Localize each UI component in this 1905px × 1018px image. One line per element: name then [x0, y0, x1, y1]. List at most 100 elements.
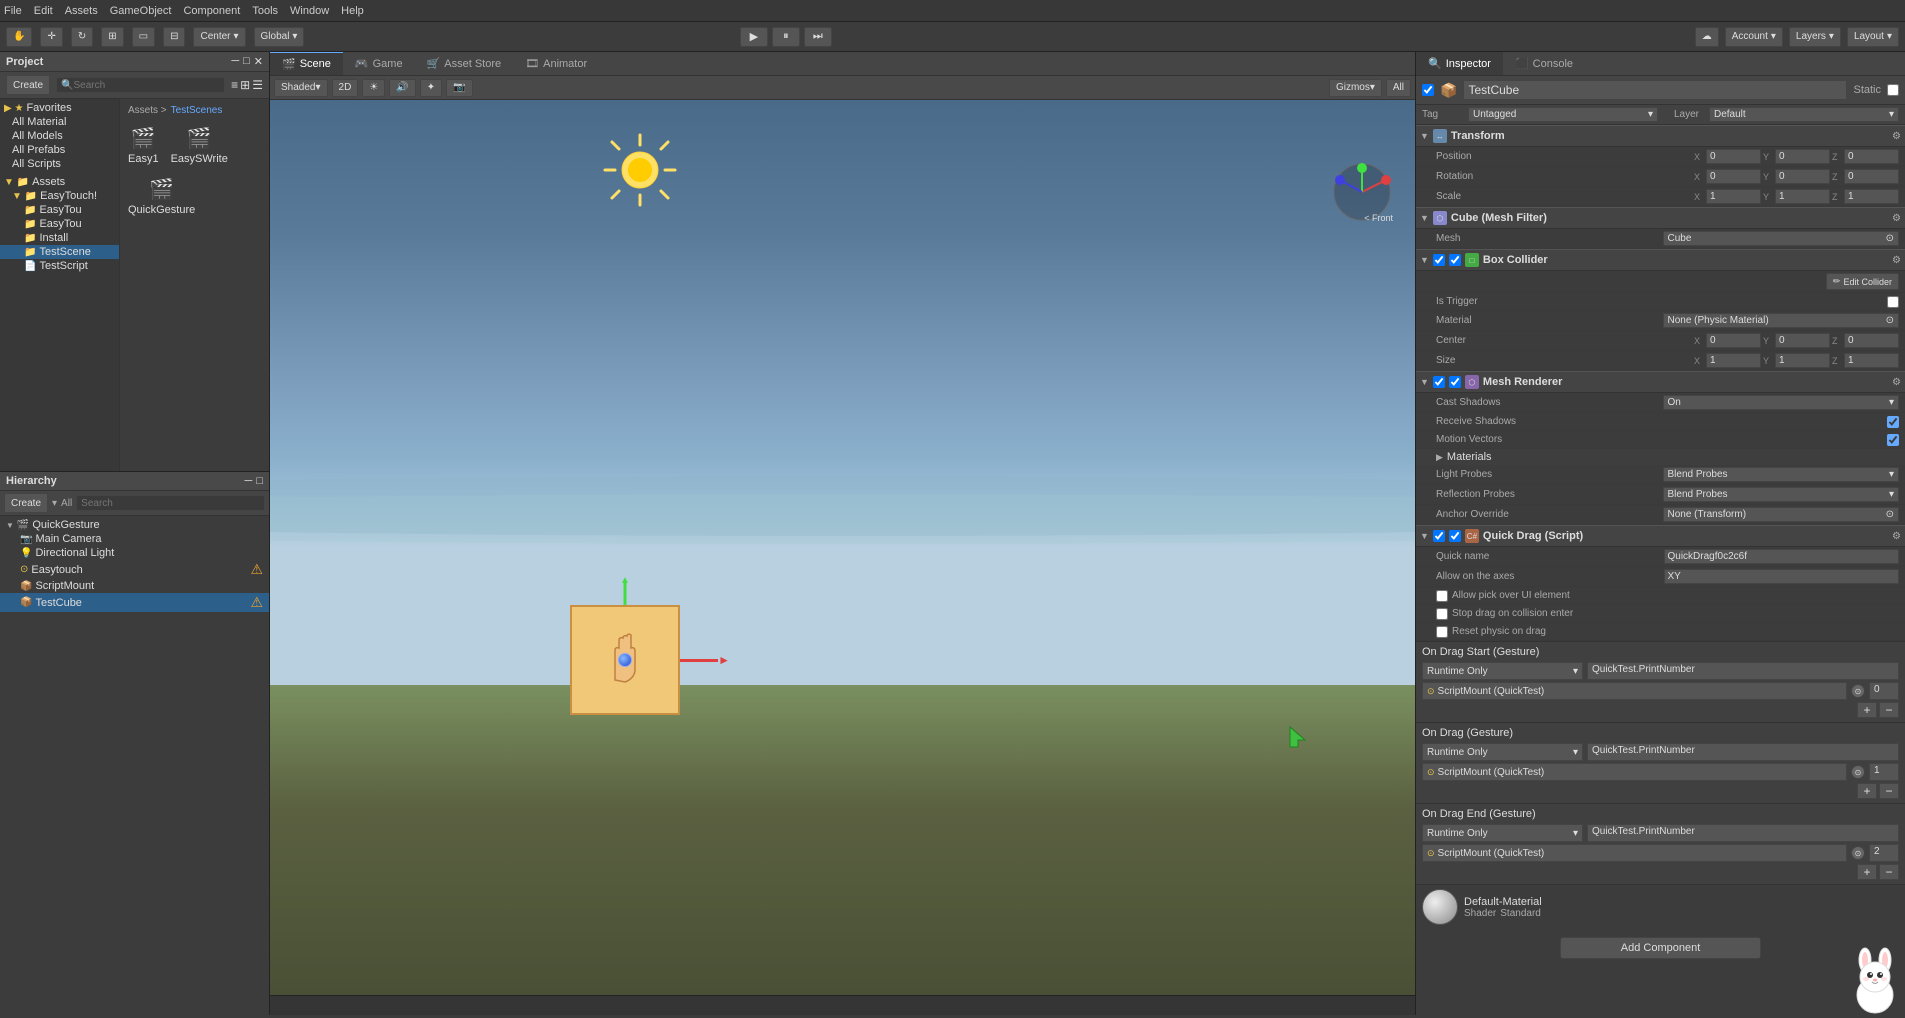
tag-dropdown[interactable]: Untagged ▾	[1468, 107, 1658, 122]
step-button[interactable]: ⏭	[804, 27, 832, 47]
scene-viewport[interactable]: < Front ▲ ►	[270, 100, 1415, 995]
account-dropdown[interactable]: Account ▾	[1725, 27, 1783, 47]
quickdrag-menu-icon[interactable]: ⚙	[1892, 531, 1901, 542]
center-dropdown[interactable]: Center ▾	[193, 27, 245, 47]
inspector-tab[interactable]: 🔍 Inspector	[1416, 52, 1503, 75]
boxcollider-enabled-checkbox[interactable]	[1433, 254, 1445, 266]
menu-help[interactable]: Help	[341, 5, 364, 17]
layout-dropdown[interactable]: Layout ▾	[1847, 27, 1899, 47]
mesh-dropdown[interactable]: Cube ⊙	[1663, 231, 1900, 246]
all-material-item[interactable]: All Material	[0, 115, 119, 129]
size-y-input[interactable]	[1775, 353, 1830, 368]
testscript-item[interactable]: 📄 TestScript	[0, 259, 119, 273]
quickgesture-hier-item[interactable]: ▼ 🎬 QuickGesture	[0, 518, 269, 532]
pos-y-input[interactable]	[1775, 149, 1830, 164]
assets-item[interactable]: ▼ 📁 Assets	[0, 175, 119, 189]
quick-name-input[interactable]	[1664, 549, 1900, 564]
project-view-icon3[interactable]: ☰	[252, 78, 263, 92]
hierarchy-minimize[interactable]: ─	[245, 475, 253, 487]
shaded-dropdown[interactable]: Shaded ▾	[274, 79, 328, 97]
motion-vectors-checkbox[interactable]	[1887, 434, 1899, 446]
all-prefabs-item[interactable]: All Prefabs	[0, 143, 119, 157]
console-tab[interactable]: ⬛ Console	[1503, 52, 1585, 75]
effects-btn[interactable]: ✦	[420, 79, 442, 97]
meshrenderer-header[interactable]: ▼ ⬡ Mesh Renderer ⚙	[1416, 371, 1905, 393]
collider-material-dropdown[interactable]: None (Physic Material) ⊙	[1663, 313, 1900, 328]
quickdrag-enabled-checkbox[interactable]	[1433, 530, 1445, 542]
materials-section-header[interactable]: ▶ Materials	[1416, 449, 1905, 465]
asset-store-tab[interactable]: 🛒 Asset Store	[415, 52, 514, 75]
gizmos-btn[interactable]: Gizmos ▾	[1329, 79, 1382, 97]
all-btn[interactable]: All	[1386, 79, 1411, 97]
size-x-input[interactable]	[1706, 353, 1761, 368]
collab-btn[interactable]: ☁	[1695, 27, 1719, 47]
drag-start-remove-btn[interactable]: −	[1879, 702, 1899, 718]
drag-end-runtime-dropdown[interactable]: Runtime Only ▾	[1422, 824, 1583, 842]
play-button[interactable]: ▶	[740, 27, 768, 47]
drag-start-obj-dropdown[interactable]: ⊙ ScriptMount (QuickTest)	[1422, 682, 1847, 700]
scale-tool-btn[interactable]: ⊞	[101, 27, 123, 47]
drag-start-runtime-dropdown[interactable]: Runtime Only ▾	[1422, 662, 1583, 680]
hierarchy-create-btn[interactable]: Create	[4, 493, 48, 513]
pause-button[interactable]: ⏸	[772, 27, 800, 47]
project-maximize[interactable]: □	[243, 55, 250, 68]
transform-tool-btn[interactable]: ⊟	[163, 27, 185, 47]
allow-axes-input[interactable]	[1664, 569, 1900, 584]
quickgesture-asset[interactable]: 🎬 QuickGesture	[124, 173, 199, 220]
meshfilter-menu-icon[interactable]: ⚙	[1892, 213, 1901, 224]
size-z-input[interactable]	[1844, 353, 1899, 368]
menu-gameobject[interactable]: GameObject	[110, 5, 172, 17]
hierarchy-search-input[interactable]	[81, 498, 260, 509]
2d-toggle[interactable]: 2D	[332, 79, 359, 97]
drag-obj-dropdown[interactable]: ⊙ ScriptMount (QuickTest)	[1422, 763, 1847, 781]
light-probes-dropdown[interactable]: Blend Probes ▾	[1663, 467, 1900, 482]
quickdrag-header[interactable]: ▼ C# Quick Drag (Script) ⚙	[1416, 525, 1905, 547]
transform-header[interactable]: ▼ ↔ Transform ⚙	[1416, 125, 1905, 147]
drag-start-num-input[interactable]: 0	[1869, 682, 1899, 700]
drag-end-obj-dropdown[interactable]: ⊙ ScriptMount (QuickTest)	[1422, 844, 1847, 862]
drag-print-text[interactable]: QuickTest.PrintNumber	[1587, 743, 1899, 761]
anchor-override-dropdown[interactable]: None (Transform) ⊙	[1663, 507, 1900, 522]
drag-end-target-btn[interactable]: ⊙	[1851, 846, 1865, 860]
menu-window[interactable]: Window	[290, 5, 329, 17]
drag-end-add-btn[interactable]: +	[1857, 864, 1877, 880]
rot-y-input[interactable]	[1775, 169, 1830, 184]
quickdrag-active-checkbox[interactable]	[1449, 530, 1461, 542]
audio-btn[interactable]: 🔊	[389, 79, 415, 97]
cast-shadows-dropdown[interactable]: On ▾	[1663, 395, 1900, 410]
drag-num-input[interactable]: 1	[1869, 763, 1899, 781]
drag-start-add-btn[interactable]: +	[1857, 702, 1877, 718]
menu-file[interactable]: File	[4, 5, 22, 17]
reset-physic-checkbox[interactable]	[1436, 626, 1448, 638]
static-checkbox[interactable]	[1887, 84, 1899, 96]
drag-add-btn[interactable]: +	[1857, 783, 1877, 799]
scale-z-input[interactable]	[1844, 189, 1899, 204]
pick-ui-checkbox[interactable]	[1436, 590, 1448, 602]
all-scripts-item[interactable]: All Scripts	[0, 157, 119, 171]
project-view-icon1[interactable]: ≡	[231, 78, 238, 92]
game-tab[interactable]: 🎮 Game	[343, 52, 415, 75]
meshrenderer-enabled-checkbox[interactable]	[1433, 376, 1445, 388]
transform-menu-icon[interactable]: ⚙	[1892, 131, 1901, 142]
project-minimize[interactable]: ─	[231, 55, 239, 68]
easytouch-hier-item[interactable]: ⊙ Easytouch ⚠	[0, 560, 269, 579]
favorites-item[interactable]: ▶ ★ Favorites	[0, 101, 119, 115]
object-name-input[interactable]	[1463, 80, 1847, 100]
pos-x-input[interactable]	[1706, 149, 1761, 164]
easy1-asset[interactable]: 🎬 Easy1	[124, 122, 163, 169]
hand-tool-btn[interactable]: ✋	[6, 27, 32, 47]
scene-camera-btn[interactable]: 📷	[446, 79, 472, 97]
meshrenderer-menu-icon[interactable]: ⚙	[1892, 377, 1901, 388]
project-search-input[interactable]	[73, 80, 220, 91]
reflection-probes-dropdown[interactable]: Blend Probes ▾	[1663, 487, 1900, 502]
menu-tools[interactable]: Tools	[252, 5, 278, 17]
object-active-checkbox[interactable]	[1422, 84, 1434, 96]
drag-target-btn[interactable]: ⊙	[1851, 765, 1865, 779]
lighting-btn[interactable]: ☀	[362, 79, 385, 97]
boxcollider-active-checkbox[interactable]	[1449, 254, 1461, 266]
center-x-input[interactable]	[1706, 333, 1761, 348]
menu-edit[interactable]: Edit	[34, 5, 53, 17]
scale-x-input[interactable]	[1706, 189, 1761, 204]
scene-tab[interactable]: 🎬 Scene	[270, 52, 343, 75]
install-item[interactable]: 📁 Install	[0, 231, 119, 245]
